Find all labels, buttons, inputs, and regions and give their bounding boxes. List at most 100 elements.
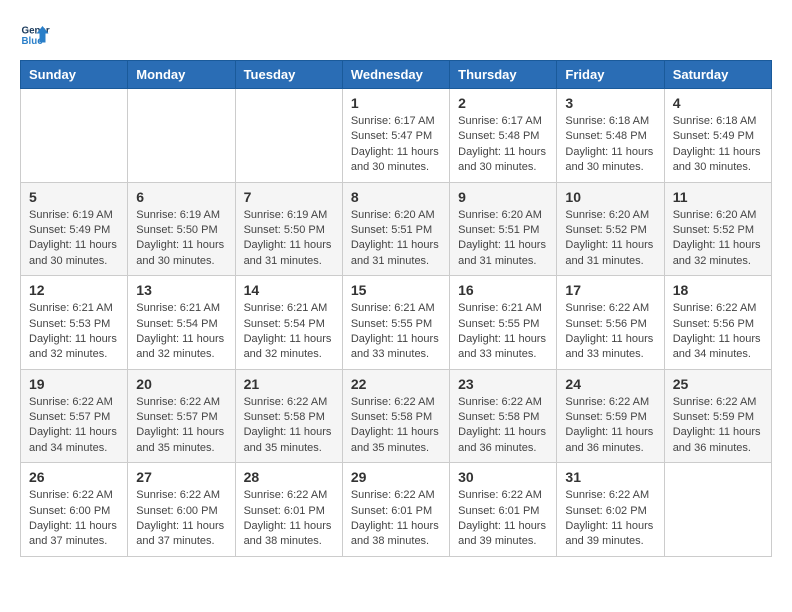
day-info: Sunrise: 6:20 AM Sunset: 5:51 PM Dayligh…	[458, 208, 548, 270]
logo-icon: General Blue	[20, 20, 50, 50]
day-info: Sunrise: 6:22 AM Sunset: 6:01 PM Dayligh…	[458, 488, 548, 550]
calendar-cell: 25 Sunrise: 6:22 AM Sunset: 5:59 PM Dayli…	[664, 369, 771, 463]
calendar-cell: 23Sunrise: 6:22 AM Sunset: 5:58 PM Dayli…	[450, 369, 557, 463]
day-info: Sunrise: 6:22 AM Sunset: 5:59 PM Dayligh…	[673, 395, 763, 457]
day-number: 31	[565, 469, 655, 485]
calendar-cell: 9 Sunrise: 6:20 AM Sunset: 5:51 PM Daylig…	[450, 182, 557, 276]
day-number: 28	[244, 469, 334, 485]
calendar-cell: 20 Sunrise: 6:22 AM Sunset: 5:57 PM Dayli…	[128, 369, 235, 463]
weekday-header-saturday: Saturday	[664, 61, 771, 89]
calendar-week-row: 19 Sunrise: 6:22 AM Sunset: 5:57 PM Dayli…	[21, 369, 772, 463]
day-number: 13	[136, 282, 226, 298]
day-info: Sunrise: 6:19 AM Sunset: 5:49 PM Dayligh…	[29, 208, 119, 270]
calendar-cell: 16 Sunrise: 6:21 AM Sunset: 5:55 PM Dayli…	[450, 276, 557, 370]
calendar-cell: 19Sunrise: 6:22 AM Sunset: 5:57 PM Dayli…	[21, 369, 128, 463]
calendar-cell: 12 Sunrise: 6:21 AM Sunset: 5:53 PM Dayli…	[21, 276, 128, 370]
calendar-cell: 24 Sunrise: 6:22 AM Sunset: 5:59 PM Dayli…	[557, 369, 664, 463]
calendar-cell	[21, 89, 128, 183]
day-info: Sunrise: 6:21 AM Sunset: 5:54 PM Dayligh…	[244, 301, 334, 363]
header: General Blue	[20, 20, 772, 50]
logo: General Blue	[20, 20, 50, 50]
calendar-cell: 18Sunrise: 6:22 AM Sunset: 5:56 PM Dayli…	[664, 276, 771, 370]
calendar-cell: 4 Sunrise: 6:18 AM Sunset: 5:49 PM Daylig…	[664, 89, 771, 183]
calendar-cell: 21 Sunrise: 6:22 AM Sunset: 5:58 PM Dayli…	[235, 369, 342, 463]
day-info: Sunrise: 6:22 AM Sunset: 5:58 PM Dayligh…	[244, 395, 334, 457]
day-info: Sunrise: 6:21 AM Sunset: 5:55 PM Dayligh…	[458, 301, 548, 363]
day-number: 27	[136, 469, 226, 485]
weekday-header-row: SundayMondayTuesdayWednesdayThursdayFrid…	[21, 61, 772, 89]
day-number: 9	[458, 189, 548, 205]
calendar-cell: 3 Sunrise: 6:18 AM Sunset: 5:48 PM Daylig…	[557, 89, 664, 183]
day-info: Sunrise: 6:22 AM Sunset: 6:00 PM Dayligh…	[136, 488, 226, 550]
day-number: 2	[458, 95, 548, 111]
calendar-cell: 28 Sunrise: 6:22 AM Sunset: 6:01 PM Dayli…	[235, 463, 342, 557]
calendar-cell: 8Sunrise: 6:20 AM Sunset: 5:51 PM Daylig…	[342, 182, 449, 276]
weekday-header-monday: Monday	[128, 61, 235, 89]
day-info: Sunrise: 6:22 AM Sunset: 6:00 PM Dayligh…	[29, 488, 119, 550]
calendar-cell: 31 Sunrise: 6:22 AM Sunset: 6:02 PM Dayli…	[557, 463, 664, 557]
day-info: Sunrise: 6:21 AM Sunset: 5:53 PM Dayligh…	[29, 301, 119, 363]
calendar-week-row: 5 Sunrise: 6:19 AM Sunset: 5:49 PM Daylig…	[21, 182, 772, 276]
day-number: 5	[29, 189, 119, 205]
day-number: 26	[29, 469, 119, 485]
day-number: 7	[244, 189, 334, 205]
day-info: Sunrise: 6:22 AM Sunset: 5:58 PM Dayligh…	[458, 395, 548, 457]
day-number: 30	[458, 469, 548, 485]
calendar-cell: 6Sunrise: 6:19 AM Sunset: 5:50 PM Daylig…	[128, 182, 235, 276]
day-info: Sunrise: 6:20 AM Sunset: 5:51 PM Dayligh…	[351, 208, 441, 270]
day-info: Sunrise: 6:20 AM Sunset: 5:52 PM Dayligh…	[673, 208, 763, 270]
day-info: Sunrise: 6:22 AM Sunset: 5:56 PM Dayligh…	[673, 301, 763, 363]
day-number: 16	[458, 282, 548, 298]
day-info: Sunrise: 6:22 AM Sunset: 5:56 PM Dayligh…	[565, 301, 655, 363]
day-number: 20	[136, 376, 226, 392]
day-number: 15	[351, 282, 441, 298]
day-info: Sunrise: 6:22 AM Sunset: 5:59 PM Dayligh…	[565, 395, 655, 457]
day-number: 1	[351, 95, 441, 111]
calendar-cell: 2 Sunrise: 6:17 AM Sunset: 5:48 PM Daylig…	[450, 89, 557, 183]
day-info: Sunrise: 6:17 AM Sunset: 5:48 PM Dayligh…	[458, 114, 548, 176]
day-number: 11	[673, 189, 763, 205]
day-number: 12	[29, 282, 119, 298]
day-number: 24	[565, 376, 655, 392]
day-number: 3	[565, 95, 655, 111]
weekday-header-tuesday: Tuesday	[235, 61, 342, 89]
day-number: 14	[244, 282, 334, 298]
day-info: Sunrise: 6:21 AM Sunset: 5:55 PM Dayligh…	[351, 301, 441, 363]
day-number: 25	[673, 376, 763, 392]
day-info: Sunrise: 6:18 AM Sunset: 5:49 PM Dayligh…	[673, 114, 763, 176]
calendar-cell: 27 Sunrise: 6:22 AM Sunset: 6:00 PM Dayli…	[128, 463, 235, 557]
day-info: Sunrise: 6:22 AM Sunset: 6:01 PM Dayligh…	[351, 488, 441, 550]
calendar-cell: 15 Sunrise: 6:21 AM Sunset: 5:55 PM Dayli…	[342, 276, 449, 370]
calendar-cell: 14 Sunrise: 6:21 AM Sunset: 5:54 PM Dayli…	[235, 276, 342, 370]
day-info: Sunrise: 6:17 AM Sunset: 5:47 PM Dayligh…	[351, 114, 441, 176]
calendar-cell: 5 Sunrise: 6:19 AM Sunset: 5:49 PM Daylig…	[21, 182, 128, 276]
calendar-cell: 11 Sunrise: 6:20 AM Sunset: 5:52 PM Dayli…	[664, 182, 771, 276]
calendar-cell: 26 Sunrise: 6:22 AM Sunset: 6:00 PM Dayli…	[21, 463, 128, 557]
day-info: Sunrise: 6:18 AM Sunset: 5:48 PM Dayligh…	[565, 114, 655, 176]
day-number: 21	[244, 376, 334, 392]
day-info: Sunrise: 6:20 AM Sunset: 5:52 PM Dayligh…	[565, 208, 655, 270]
day-info: Sunrise: 6:19 AM Sunset: 5:50 PM Dayligh…	[136, 208, 226, 270]
day-info: Sunrise: 6:22 AM Sunset: 5:57 PM Dayligh…	[136, 395, 226, 457]
day-number: 17	[565, 282, 655, 298]
day-info: Sunrise: 6:22 AM Sunset: 5:58 PM Dayligh…	[351, 395, 441, 457]
calendar-cell: 30 Sunrise: 6:22 AM Sunset: 6:01 PM Dayli…	[450, 463, 557, 557]
day-number: 19	[29, 376, 119, 392]
calendar-cell: 13 Sunrise: 6:21 AM Sunset: 5:54 PM Dayli…	[128, 276, 235, 370]
day-info: Sunrise: 6:21 AM Sunset: 5:54 PM Dayligh…	[136, 301, 226, 363]
calendar-cell: 17 Sunrise: 6:22 AM Sunset: 5:56 PM Dayli…	[557, 276, 664, 370]
day-info: Sunrise: 6:22 AM Sunset: 6:02 PM Dayligh…	[565, 488, 655, 550]
calendar-week-row: 12 Sunrise: 6:21 AM Sunset: 5:53 PM Dayli…	[21, 276, 772, 370]
calendar-cell	[664, 463, 771, 557]
calendar-week-row: 1 Sunrise: 6:17 AM Sunset: 5:47 PM Daylig…	[21, 89, 772, 183]
day-number: 10	[565, 189, 655, 205]
calendar-cell: 10 Sunrise: 6:20 AM Sunset: 5:52 PM Dayli…	[557, 182, 664, 276]
day-number: 4	[673, 95, 763, 111]
day-info: Sunrise: 6:19 AM Sunset: 5:50 PM Dayligh…	[244, 208, 334, 270]
calendar-cell: 29Sunrise: 6:22 AM Sunset: 6:01 PM Dayli…	[342, 463, 449, 557]
day-number: 22	[351, 376, 441, 392]
calendar-cell	[128, 89, 235, 183]
day-info: Sunrise: 6:22 AM Sunset: 6:01 PM Dayligh…	[244, 488, 334, 550]
weekday-header-wednesday: Wednesday	[342, 61, 449, 89]
calendar-cell	[235, 89, 342, 183]
